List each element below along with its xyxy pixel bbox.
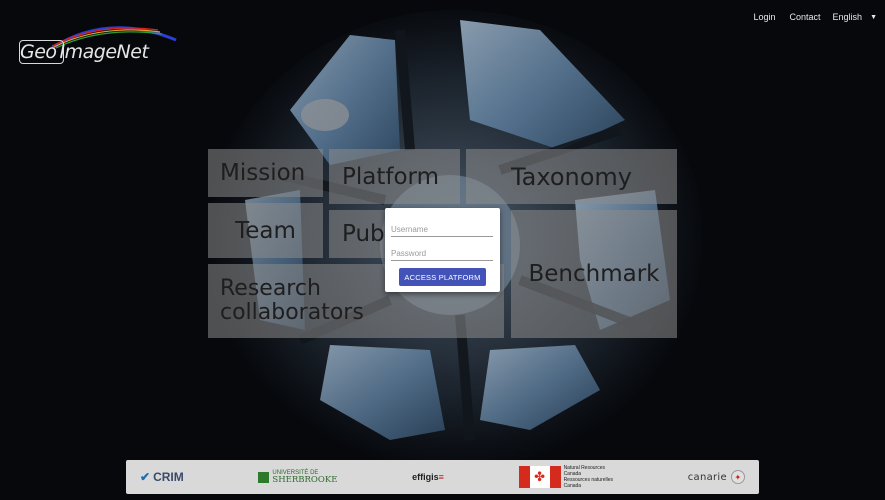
tile-taxonomy[interactable]: Taxonomy: [466, 149, 677, 204]
canada-flag-icon: ✤: [518, 466, 561, 488]
partner-effigis[interactable]: effigis ≡: [412, 472, 444, 482]
partner-sherbrooke[interactable]: UNIVERSITÉ DE SHERBROOKE: [258, 470, 337, 485]
effigis-mark-icon: ≡: [438, 472, 444, 482]
canarie-label: canarie: [687, 471, 727, 483]
partner-nrcan[interactable]: ✤ Natural Resources Canada Ressources na…: [518, 465, 613, 489]
partner-crim[interactable]: ✔ CRIM: [140, 470, 184, 484]
geoimagenet-logo[interactable]: Geo ImageNet: [18, 18, 183, 70]
partner-logos-bar: ✔ CRIM UNIVERSITÉ DE SHERBROOKE effigis …: [126, 460, 759, 494]
crim-label: CRIM: [153, 470, 184, 484]
logo-text: Geo ImageNet: [20, 41, 149, 63]
username-input[interactable]: [391, 223, 493, 237]
contact-link[interactable]: Contact: [790, 12, 821, 22]
login-modal: ACCESS PLATFORM: [385, 208, 500, 292]
tile-benchmark[interactable]: Benchmark: [511, 210, 677, 338]
tile-mission[interactable]: Mission: [208, 149, 323, 197]
password-input[interactable]: [391, 247, 493, 261]
effigis-label: effigis: [412, 472, 439, 482]
top-nav: Login Contact English ▼: [739, 12, 877, 22]
sherbrooke-emblem-icon: [258, 471, 270, 483]
language-label: English: [832, 12, 863, 22]
caret-down-icon: ▼: [870, 13, 877, 21]
access-platform-button[interactable]: ACCESS PLATFORM: [399, 268, 486, 286]
research-line-1: Research: [220, 276, 321, 302]
nrc-line-4: Canada: [563, 483, 582, 489]
language-selector[interactable]: English ▼: [833, 12, 877, 22]
tile-team[interactable]: Team: [208, 203, 323, 258]
tile-platform[interactable]: Platform: [329, 149, 460, 204]
research-line-2: collaborators: [220, 300, 364, 325]
sherbrooke-line-2: SHERBROOKE: [272, 474, 338, 485]
login-link[interactable]: Login: [753, 12, 775, 22]
partner-canarie[interactable]: canarie ✦: [688, 470, 745, 484]
canarie-bird-icon: ✦: [730, 470, 745, 484]
crim-swoosh-icon: ✔: [140, 470, 151, 484]
